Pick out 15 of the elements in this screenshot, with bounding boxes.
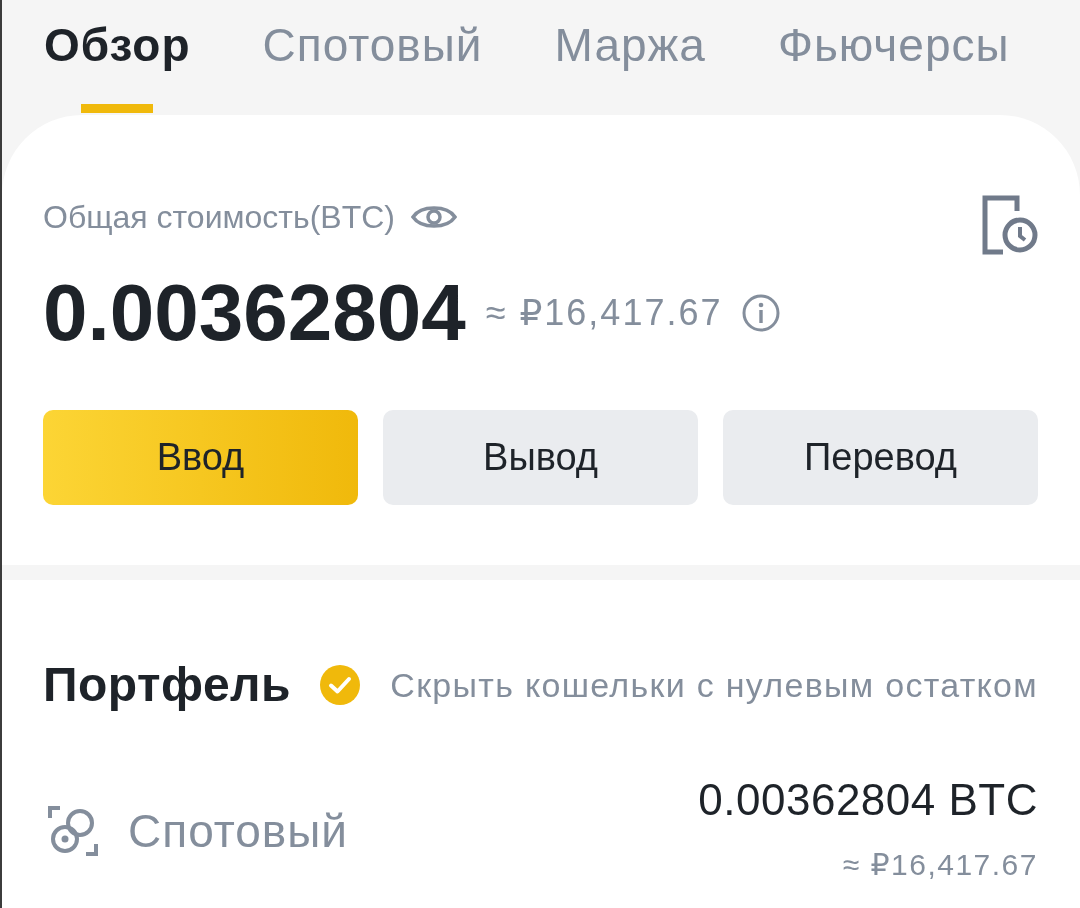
- info-icon[interactable]: [742, 294, 781, 332]
- section-title: Портфель: [43, 657, 292, 713]
- wallet-amount: 0.00362804 BTC: [698, 776, 1038, 824]
- tab[interactable]: Обзор: [44, 0, 191, 113]
- action-button[interactable]: Вывод: [383, 410, 698, 505]
- coins-icon: [48, 805, 98, 856]
- checked-circle-icon[interactable]: [320, 665, 361, 705]
- primary-button[interactable]: Ввод: [43, 410, 358, 505]
- total-amount: 0.00362804: [43, 273, 466, 353]
- approx-value: ≈ ₽16,417.67: [485, 291, 723, 335]
- document-clock-icon[interactable]: [982, 195, 1038, 257]
- action-button[interactable]: Перевод: [723, 410, 1038, 505]
- wallet-name: Спотовый: [128, 803, 349, 859]
- total-value-label: Общая стоимость(BTC): [43, 198, 395, 237]
- wallet-approx-value: ≈ ₽16,417.67: [842, 847, 1038, 883]
